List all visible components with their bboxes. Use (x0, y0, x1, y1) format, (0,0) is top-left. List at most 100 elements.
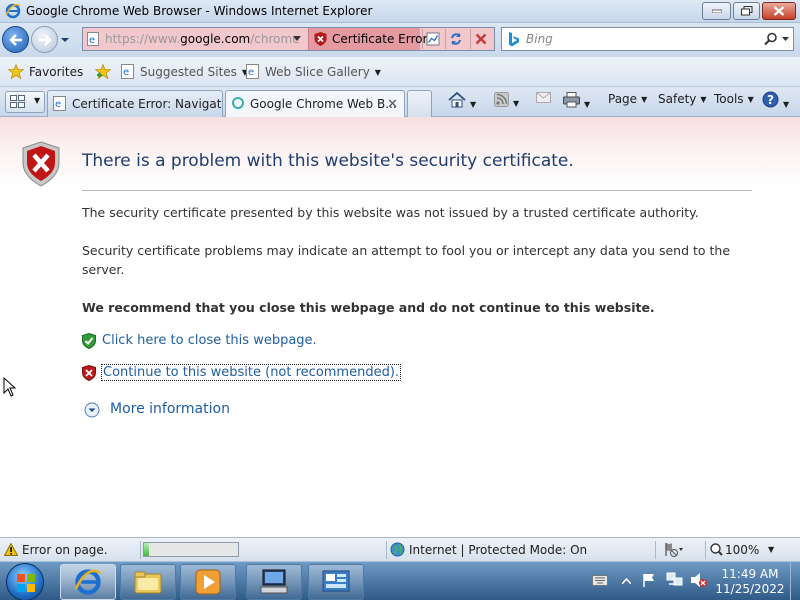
stop-icon (475, 33, 486, 45)
bing-icon (509, 32, 519, 47)
home-dropdown-icon[interactable]: ▼ (470, 100, 476, 109)
quick-tabs-button[interactable]: ▼ (5, 91, 45, 113)
feeds-button[interactable]: ▼ (494, 92, 519, 110)
read-mail-button[interactable] (536, 92, 551, 107)
tab-list-dropdown-icon[interactable]: ▼ (34, 96, 40, 105)
stop-button[interactable] (470, 29, 490, 49)
warning-icon[interactable] (4, 543, 18, 556)
status-bar: Error on page. Internet | Protected Mode… (0, 537, 800, 561)
ie-page-icon: e (246, 64, 259, 79)
control-panel-icon (322, 570, 350, 592)
add-to-favorites-bar-button[interactable] (94, 63, 118, 80)
print-button[interactable]: ▼ (563, 92, 590, 111)
home-icon (448, 91, 466, 108)
clock-time: 11:49 AM (721, 567, 779, 581)
maximize-button[interactable] (733, 2, 760, 20)
address-bar[interactable]: e https://www.google.com/chrome Certific… (82, 27, 495, 51)
zoom-dropdown-icon[interactable]: ▼ (768, 545, 774, 554)
recent-pages-dropdown-icon[interactable] (60, 35, 70, 45)
quick-tabs-icon (10, 95, 25, 108)
window-title: Google Chrome Web Browser - Windows Inte… (26, 4, 373, 18)
tab-google-chrome[interactable]: Google Chrome Web B... ✕ (225, 90, 405, 118)
safety-menu[interactable]: Safety ▼ (658, 92, 707, 106)
tab-label: Certificate Error: Navigatio... (72, 97, 222, 111)
popup-blocker-icon[interactable] (660, 542, 684, 557)
error-description: The security certificate presented by th… (82, 205, 699, 220)
volume-muted-icon[interactable] (690, 572, 708, 588)
svg-text:?: ? (767, 93, 774, 107)
page-menu[interactable]: Page ▼ (608, 92, 647, 106)
svg-text:e: e (55, 99, 61, 110)
favorites-bar: Favorites e Suggested Sites ▼ e Web Slice G… (0, 57, 800, 87)
security-zone-text[interactable]: Internet | Protected Mode: On (409, 543, 587, 557)
print-dropdown-icon[interactable]: ▼ (584, 100, 590, 109)
page-icon: e (87, 32, 99, 46)
recommendation-text: We recommend that you close this webpage… (82, 300, 655, 315)
minimize-icon (711, 9, 722, 13)
forward-arrow-icon (38, 33, 52, 46)
address-toolbar: e https://www.google.com/chrome Certific… (0, 23, 800, 57)
ie-page-icon: e (53, 96, 66, 111)
system-clock[interactable]: 11:49 AM 11/25/2022 (712, 567, 788, 597)
svg-text:e: e (123, 67, 129, 78)
zoom-icon (710, 543, 723, 556)
refresh-icon (450, 33, 461, 45)
help-dropdown-icon[interactable]: ▼ (783, 100, 789, 109)
close-window-button[interactable] (762, 2, 796, 20)
certificate-error-page: There is a problem with this website's s… (0, 117, 800, 537)
compatibility-view-button[interactable] (422, 29, 442, 49)
show-hidden-icons-icon[interactable] (622, 578, 631, 584)
help-icon: ? (762, 91, 779, 108)
taskbar-internet-explorer[interactable] (60, 564, 116, 600)
back-button[interactable] (2, 26, 29, 53)
new-tab-button[interactable] (407, 90, 432, 117)
taskbar-windows-explorer[interactable] (120, 564, 176, 600)
search-options-dropdown-icon[interactable] (782, 37, 789, 42)
show-desktop-button[interactable] (790, 562, 800, 600)
back-arrow-icon (8, 33, 22, 46)
help-button[interactable]: ? ▼ (762, 91, 789, 111)
action-center-flag-icon[interactable] (642, 573, 656, 588)
favorites-button[interactable]: Favorites (7, 63, 83, 80)
printer-icon (563, 92, 580, 108)
progress-fill (144, 543, 149, 556)
taskbar-control-panel[interactable] (308, 564, 364, 600)
feeds-dropdown-icon[interactable]: ▼ (513, 99, 519, 108)
status-divider (655, 541, 656, 559)
mail-icon (536, 92, 551, 103)
web-slice-gallery-button[interactable]: e Web Slice Gallery ▼ (246, 64, 381, 79)
internet-explorer-icon (74, 569, 102, 595)
refresh-button[interactable] (445, 29, 465, 49)
search-box[interactable]: Bing (501, 27, 794, 51)
address-dropdown-icon[interactable] (293, 36, 301, 42)
address-url[interactable]: https://www.google.com/chrome (105, 32, 300, 46)
tab-label: Google Chrome Web B... (250, 97, 397, 111)
home-button[interactable]: ▼ (448, 91, 476, 111)
network-icon[interactable] (666, 572, 684, 588)
taskbar-media-player[interactable] (180, 564, 236, 600)
media-player-icon (195, 569, 221, 595)
taskbar: 11:49 AM 11/25/2022 (0, 561, 800, 600)
certificate-error-button[interactable]: Certificate Error (308, 28, 427, 50)
close-tab-icon[interactable]: ✕ (387, 97, 398, 112)
internet-explorer-icon (5, 3, 21, 19)
taskbar-network-app[interactable] (246, 564, 302, 600)
search-icon[interactable] (764, 32, 778, 46)
divider (82, 190, 752, 191)
clock-date: 11/25/2022 (715, 582, 785, 596)
minimize-button[interactable] (702, 2, 731, 20)
tab-certificate-error[interactable]: e Certificate Error: Navigatio... (47, 90, 223, 117)
zoom-level[interactable]: 100% (725, 543, 759, 557)
suggested-sites-button[interactable]: e Suggested Sites ▼ (121, 64, 248, 79)
restore-icon (740, 6, 752, 16)
tools-menu[interactable]: Tools ▼ (714, 92, 754, 106)
page-heading: There is a problem with this website's s… (82, 151, 574, 171)
computer-icon (260, 569, 288, 594)
tab-command-bar: ▼ e Certificate Error: Navigatio... Goog… (0, 87, 800, 118)
start-button[interactable] (6, 563, 44, 600)
keyboard-icon[interactable] (592, 575, 608, 586)
forward-button[interactable] (31, 26, 58, 53)
search-placeholder: Bing (526, 32, 553, 46)
svg-text:e: e (89, 35, 95, 46)
error-on-page-text[interactable]: Error on page. (22, 543, 108, 557)
